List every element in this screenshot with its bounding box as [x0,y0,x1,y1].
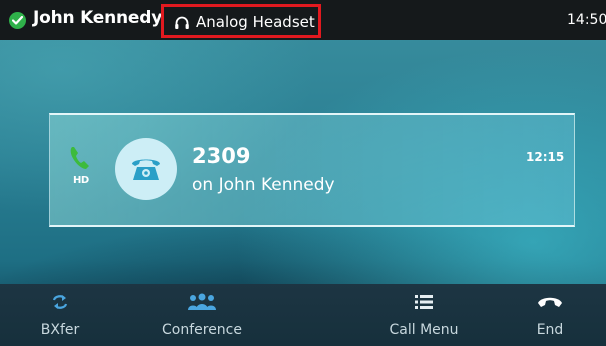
call-menu-label: Call Menu [389,322,459,338]
audio-device-label: Analog Headset [196,13,315,31]
status-header: John Kennedy Analog Headset 14:50 [0,0,606,40]
end-call-softkey[interactable]: End [520,284,580,346]
headset-icon [175,16,189,29]
audio-device-indicator[interactable]: Analog Headset [161,4,321,38]
active-call-handset-icon [70,147,89,169]
transfer-arrows-icon [52,295,68,309]
bxfer-softkey[interactable]: BXfer [28,284,92,346]
end-call-label: End [536,322,564,338]
end-call-icon [538,297,562,307]
conference-people-icon [188,293,216,310]
call-duration: 12:15 [526,150,565,164]
caller-number: 2309 [192,144,251,168]
phone-screen: John Kennedy Analog Headset 14:50 HD 230… [0,0,606,346]
contact-avatar [115,138,177,200]
desk-phone-icon [132,159,160,180]
bxfer-label: BXfer [40,322,80,338]
call-line-label: on John Kennedy [192,175,335,195]
menu-list-icon [415,295,433,309]
hd-audio-badge: HD [73,175,89,186]
clock: 14:50 [567,12,606,28]
call-menu-softkey[interactable]: Call Menu [376,284,472,346]
user-name: John Kennedy [33,8,163,28]
available-status-icon [9,12,26,29]
conference-softkey[interactable]: Conference [150,284,254,346]
active-call-card[interactable]: HD 2309 on John Kennedy 12:15 [49,113,575,227]
conference-label: Conference [161,322,242,338]
softkey-bar: BXfer Conference Call Menu End [0,284,606,346]
